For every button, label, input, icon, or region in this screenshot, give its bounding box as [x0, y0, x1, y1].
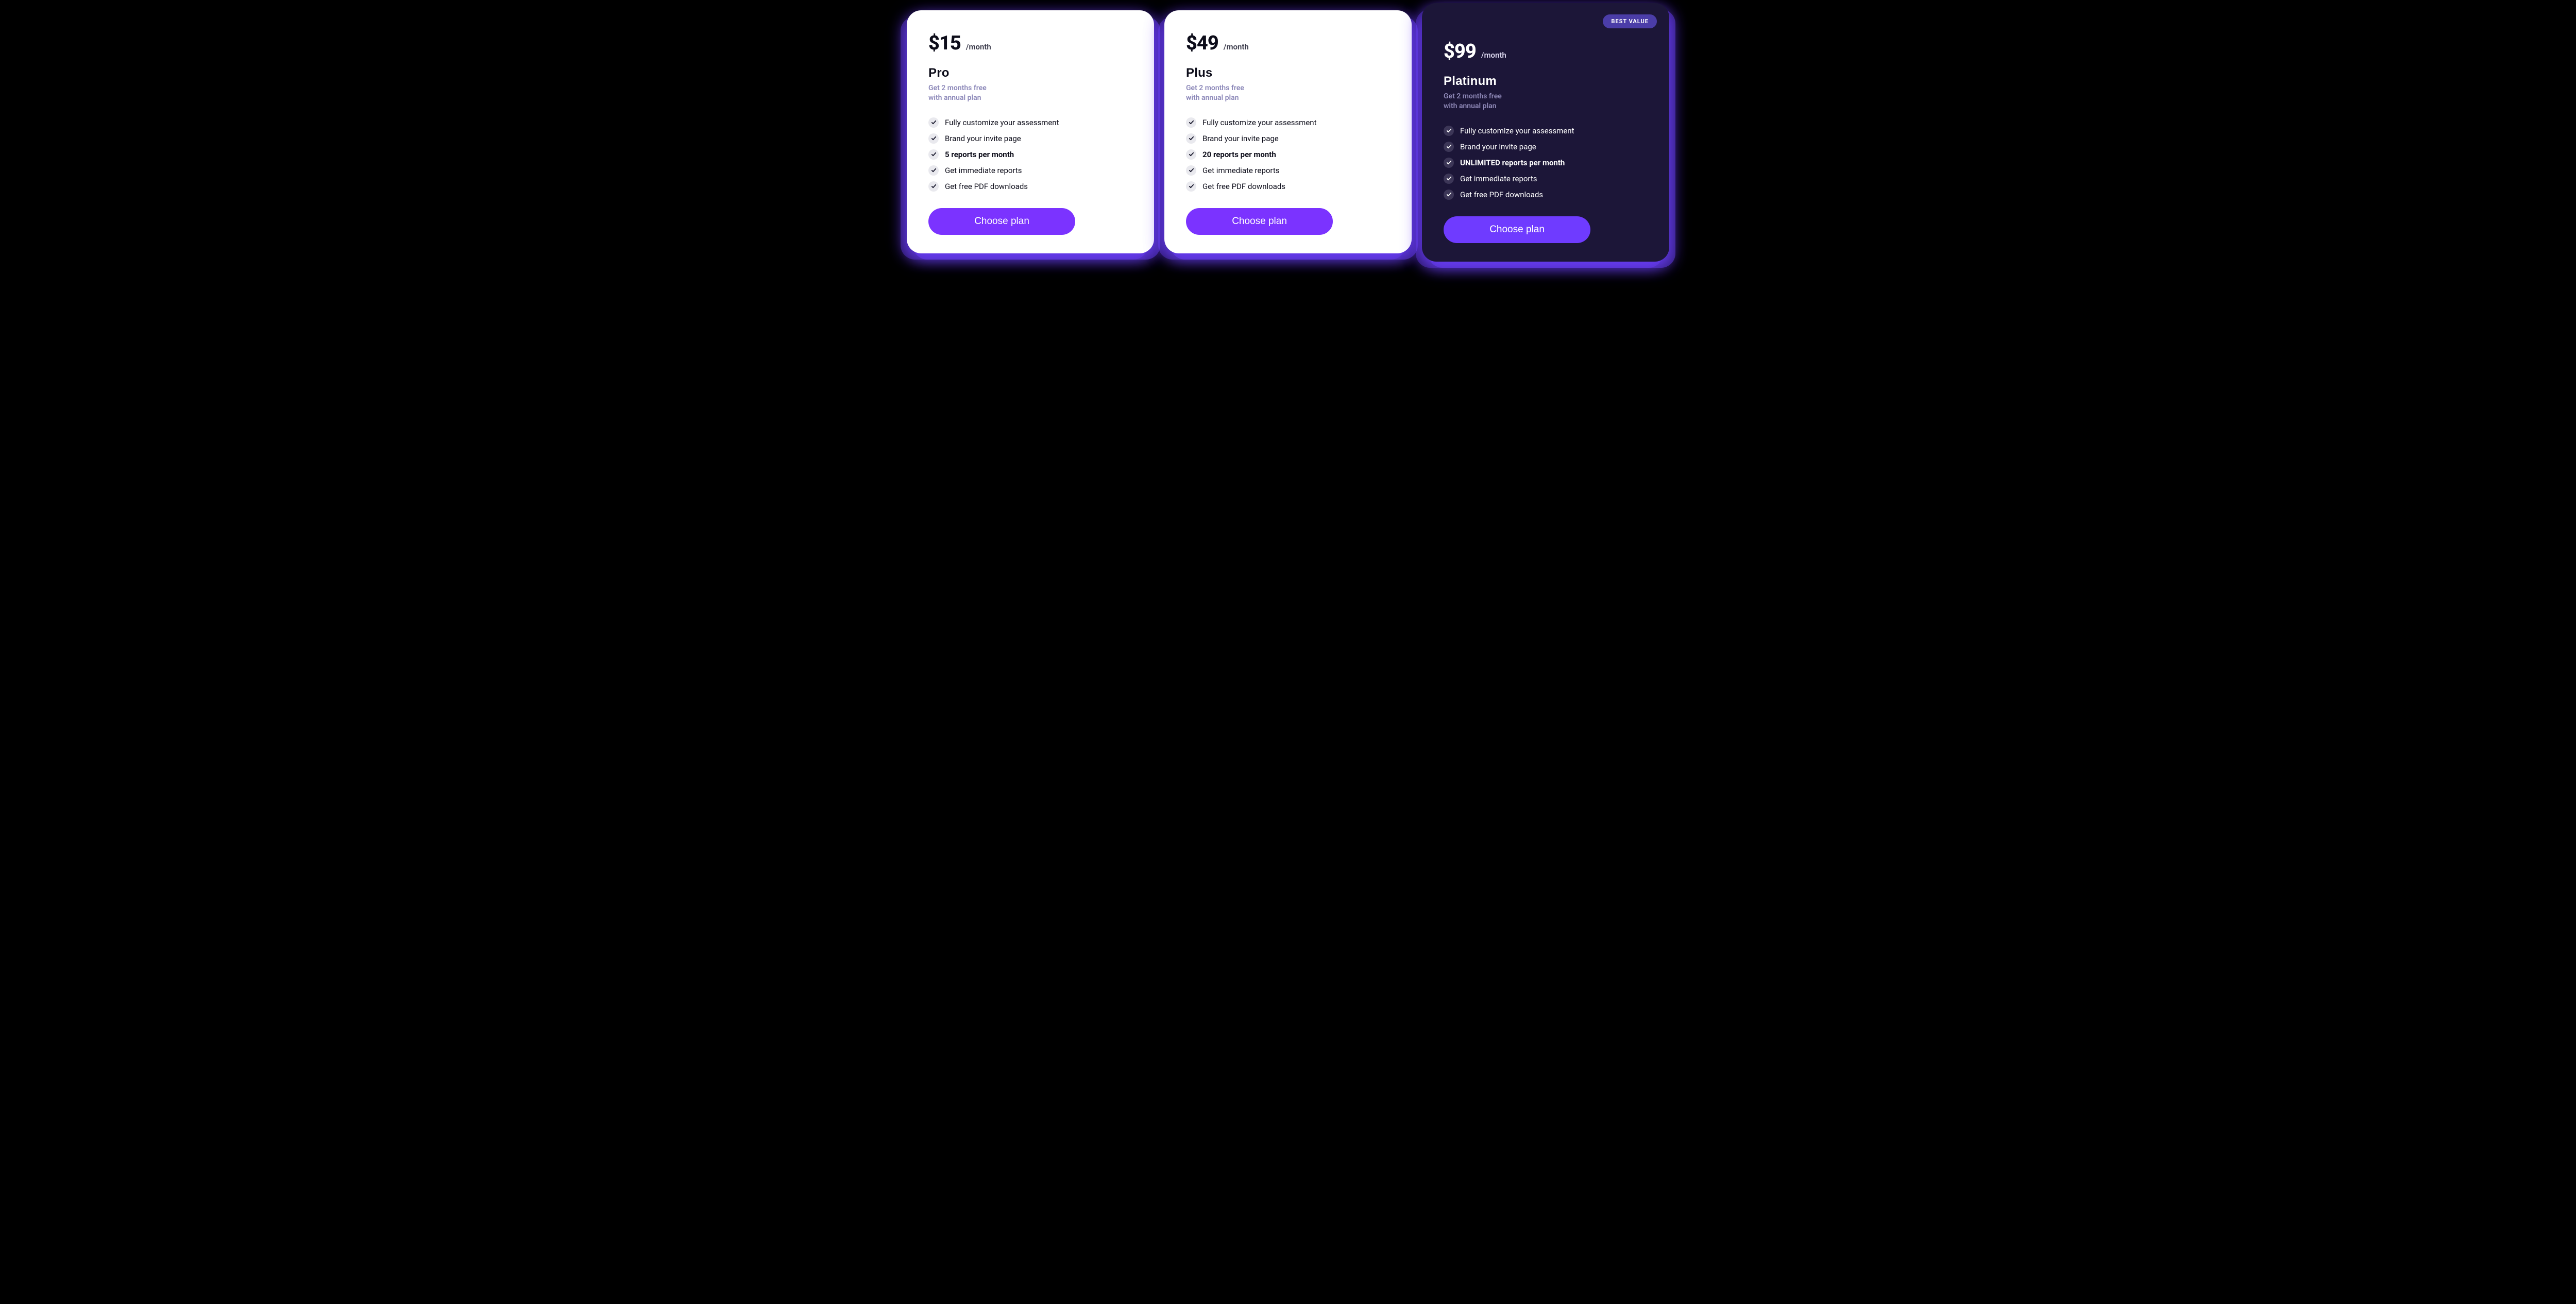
check-icon — [1186, 117, 1196, 128]
check-icon — [928, 117, 939, 128]
choose-plan-button[interactable]: Choose plan — [1186, 208, 1333, 235]
check-icon — [1444, 174, 1454, 184]
feature-item: Get free PDF downloads — [928, 181, 1132, 192]
feature-text: Get immediate reports — [945, 166, 1022, 175]
feature-item: 20 reports per month — [1186, 149, 1390, 160]
check-icon — [928, 149, 939, 160]
feature-item: Get free PDF downloads — [1444, 190, 1648, 200]
feature-text: Brand your invite page — [945, 134, 1021, 143]
price-period: /month — [1224, 42, 1249, 52]
promo-line-2: with annual plan — [1444, 102, 1496, 110]
best-value-badge: BEST VALUE — [1603, 14, 1657, 28]
price-amount: $99 — [1444, 40, 1476, 63]
feature-text: 5 reports per month — [945, 150, 1014, 159]
pricing-card-pro: $15 /month Pro Get 2 months free with an… — [907, 10, 1154, 253]
check-icon — [1186, 133, 1196, 144]
check-icon — [1444, 126, 1454, 136]
check-icon — [1444, 142, 1454, 152]
plan-promo: Get 2 months free with annual plan — [1444, 92, 1648, 111]
price-period: /month — [966, 42, 991, 52]
feature-item: Brand your invite page — [928, 133, 1132, 144]
promo-line-2: with annual plan — [1186, 94, 1239, 102]
feature-text: Get free PDF downloads — [945, 182, 1028, 191]
promo-line-1: Get 2 months free — [928, 84, 987, 92]
feature-item: Fully customize your assessment — [1186, 117, 1390, 128]
price-row: $49 /month — [1186, 32, 1390, 55]
promo-line-1: Get 2 months free — [1444, 92, 1502, 100]
feature-item: Fully customize your assessment — [928, 117, 1132, 128]
feature-text: Get immediate reports — [1202, 166, 1280, 175]
feature-list: Fully customize your assessment Brand yo… — [928, 117, 1132, 192]
price-period: /month — [1481, 50, 1506, 60]
feature-text: Fully customize your assessment — [1460, 126, 1574, 135]
price-row: $99 /month — [1444, 40, 1648, 63]
check-icon — [928, 165, 939, 176]
price-amount: $49 — [1186, 32, 1218, 55]
feature-item: UNLIMITED reports per month — [1444, 158, 1648, 168]
check-icon — [928, 181, 939, 192]
check-icon — [1444, 158, 1454, 168]
feature-text: Fully customize your assessment — [945, 118, 1059, 127]
feature-text: Fully customize your assessment — [1202, 118, 1316, 127]
plan-name: Plus — [1186, 66, 1390, 80]
feature-item: Brand your invite page — [1444, 142, 1648, 152]
feature-text: Get free PDF downloads — [1202, 182, 1285, 191]
feature-item: Get free PDF downloads — [1186, 181, 1390, 192]
check-icon — [1444, 190, 1454, 200]
promo-line-1: Get 2 months free — [1186, 84, 1244, 92]
plan-name: Platinum — [1444, 74, 1648, 89]
check-icon — [928, 133, 939, 144]
feature-item: Get immediate reports — [1444, 174, 1648, 184]
feature-item: Get immediate reports — [1186, 165, 1390, 176]
feature-list: Fully customize your assessment Brand yo… — [1186, 117, 1390, 192]
feature-text: UNLIMITED reports per month — [1460, 158, 1565, 167]
plan-promo: Get 2 months free with annual plan — [1186, 83, 1390, 103]
choose-plan-button[interactable]: Choose plan — [1444, 216, 1590, 243]
check-icon — [1186, 149, 1196, 160]
feature-item: Brand your invite page — [1186, 133, 1390, 144]
promo-line-2: with annual plan — [928, 94, 981, 102]
pricing-card-platinum: BEST VALUE $99 /month Platinum Get 2 mon… — [1422, 3, 1669, 262]
feature-item: Get immediate reports — [928, 165, 1132, 176]
price-amount: $15 — [928, 32, 961, 55]
feature-text: Get immediate reports — [1460, 174, 1537, 183]
choose-plan-button[interactable]: Choose plan — [928, 208, 1075, 235]
check-icon — [1186, 181, 1196, 192]
feature-item: 5 reports per month — [928, 149, 1132, 160]
feature-text: 20 reports per month — [1202, 150, 1276, 159]
pricing-card-plus: $49 /month Plus Get 2 months free with a… — [1164, 10, 1412, 253]
feature-text: Brand your invite page — [1460, 142, 1536, 151]
feature-text: Brand your invite page — [1202, 134, 1279, 143]
feature-list: Fully customize your assessment Brand yo… — [1444, 126, 1648, 200]
feature-item: Fully customize your assessment — [1444, 126, 1648, 136]
check-icon — [1186, 165, 1196, 176]
price-row: $15 /month — [928, 32, 1132, 55]
plan-name: Pro — [928, 66, 1132, 80]
plan-promo: Get 2 months free with annual plan — [928, 83, 1132, 103]
feature-text: Get free PDF downloads — [1460, 190, 1543, 199]
